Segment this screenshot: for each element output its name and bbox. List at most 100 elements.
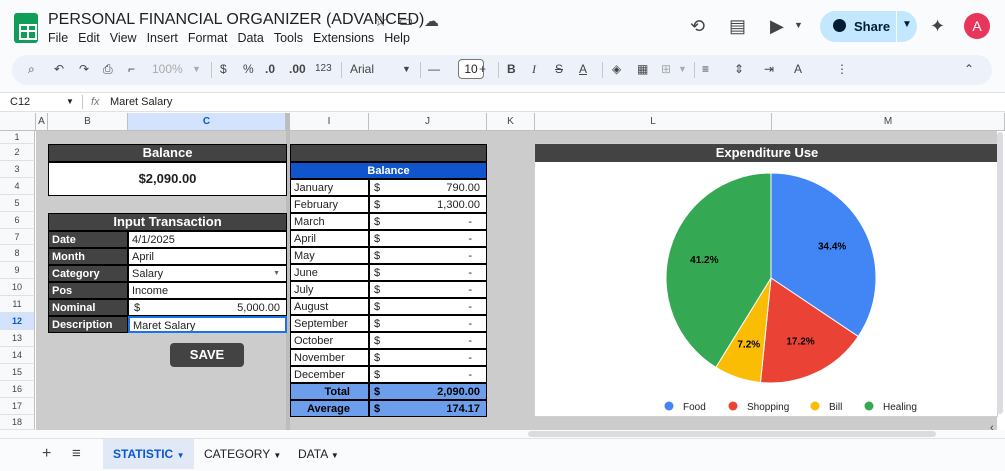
document-title[interactable]: PERSONAL FINANCIAL ORGANIZER (ADVANCED) xyxy=(48,11,424,29)
balance-total-value[interactable]: $2,090.00 xyxy=(48,162,287,196)
field-input-category[interactable]: Salary ▼ xyxy=(128,265,287,282)
field-input-month[interactable]: April xyxy=(128,248,287,265)
scroll-left-icon[interactable]: ‹ xyxy=(990,422,994,434)
sheet-tab-statistic[interactable]: STATISTIC ▼ xyxy=(103,439,195,469)
meet-dropdown-icon[interactable]: ▼ xyxy=(794,20,803,30)
text-wrapping-icon[interactable]: ⇥ xyxy=(764,62,774,76)
col-header-m[interactable]: M xyxy=(772,113,1005,131)
legend-item-shopping[interactable]: Shopping xyxy=(728,401,790,414)
month-value-cell[interactable]: $ - xyxy=(369,230,487,247)
more-formats-button[interactable]: 123 xyxy=(315,63,332,74)
legend-item-bill[interactable]: Bill xyxy=(810,401,843,414)
search-menus-icon[interactable]: ⌕ xyxy=(28,62,35,77)
col-header-l[interactable]: L xyxy=(535,113,772,131)
expenditure-pie-chart[interactable]: Expenditure Use 34.4% 17.2% 7.2% 41.2% Food S… xyxy=(534,143,999,417)
add-sheet-icon[interactable]: + xyxy=(42,445,51,463)
all-sheets-icon[interactable]: ≡ xyxy=(72,445,81,462)
month-label[interactable]: September xyxy=(290,315,369,332)
version-history-icon[interactable]: ⟲ xyxy=(690,16,705,37)
select-all-corner[interactable] xyxy=(0,113,36,131)
col-header-c[interactable]: C xyxy=(128,113,286,131)
formula-input[interactable]: Maret Salary xyxy=(110,96,172,108)
month-value-cell[interactable]: $ - xyxy=(369,247,487,264)
row-header-14[interactable]: 14 xyxy=(0,347,35,364)
month-value-cell[interactable]: $ - xyxy=(369,213,487,230)
comments-icon[interactable]: ▤ xyxy=(729,16,746,37)
font-select[interactable]: Arial xyxy=(350,62,374,76)
menu-help[interactable]: Help xyxy=(384,31,410,45)
star-icon[interactable]: ☆ xyxy=(374,12,387,30)
menu-format[interactable]: Format xyxy=(188,31,228,45)
month-label[interactable]: October xyxy=(290,332,369,349)
menu-tools[interactable]: Tools xyxy=(274,31,303,45)
cloud-status-icon[interactable]: ☁ xyxy=(424,12,439,30)
average-label[interactable]: Average xyxy=(290,400,369,417)
month-label[interactable]: March xyxy=(290,213,369,230)
zoom-dropdown-icon[interactable]: ▼ xyxy=(192,64,201,74)
text-rotation-icon[interactable]: A xyxy=(794,62,802,76)
month-value-cell[interactable]: $ - xyxy=(369,349,487,366)
borders-icon[interactable]: ▦ xyxy=(637,62,648,76)
menu-edit[interactable]: Edit xyxy=(78,31,100,45)
month-label[interactable]: November xyxy=(290,349,369,366)
decrease-font-size-icon[interactable]: — xyxy=(428,62,440,76)
currency-format-button[interactable]: $ xyxy=(220,62,227,76)
save-button[interactable]: SAVE xyxy=(170,343,244,367)
move-folder-icon[interactable]: ▭ xyxy=(399,12,413,30)
month-value-cell[interactable]: $ - xyxy=(369,366,487,383)
zoom-select[interactable]: 100% xyxy=(152,62,183,76)
increase-decimal-button[interactable]: .00 xyxy=(289,62,306,76)
menu-file[interactable]: File xyxy=(48,31,68,45)
share-dropdown-icon[interactable]: ▼ xyxy=(902,19,912,30)
total-label[interactable]: Total xyxy=(290,383,369,400)
name-box-dropdown-icon[interactable]: ▼ xyxy=(66,97,74,106)
legend-item-healing[interactable]: Healing xyxy=(864,401,917,414)
sheet-tab-data[interactable]: DATA ▼ xyxy=(288,439,349,469)
month-label[interactable]: August xyxy=(290,298,369,315)
menu-insert[interactable]: Insert xyxy=(147,31,178,45)
vertical-scrollbar[interactable] xyxy=(997,132,1003,414)
month-value-cell[interactable]: $ - xyxy=(369,298,487,315)
month-value-cell[interactable]: $1,300.00 xyxy=(369,196,487,213)
row-header-12[interactable]: 12 xyxy=(0,313,35,330)
italic-icon[interactable]: I xyxy=(532,62,536,77)
row-header-7[interactable]: 7 xyxy=(0,229,35,245)
percent-format-button[interactable]: % xyxy=(243,62,254,76)
merge-dropdown-icon[interactable]: ▼ xyxy=(678,64,687,74)
horizontal-align-icon[interactable]: ≡ xyxy=(702,62,709,76)
field-input-pos[interactable]: Income xyxy=(128,282,287,299)
paint-format-icon[interactable]: ⌐ xyxy=(128,62,135,76)
more-options-icon[interactable]: ⋮ xyxy=(836,62,848,76)
row-header-17[interactable]: 17 xyxy=(0,398,35,415)
gemini-icon[interactable]: ✦ xyxy=(930,16,945,37)
row-header-10[interactable]: 10 xyxy=(0,279,35,296)
row-header-2[interactable]: 2 xyxy=(0,144,35,161)
row-header-4[interactable]: 4 xyxy=(0,178,35,195)
merge-cells-icon[interactable]: ⊞ xyxy=(661,62,671,76)
row-header-18[interactable]: 18 xyxy=(0,415,35,430)
chevron-down-icon[interactable]: ▼ xyxy=(273,451,281,460)
month-label[interactable]: June xyxy=(290,264,369,281)
col-header-b[interactable]: B xyxy=(48,113,128,131)
fill-color-icon[interactable]: ◈ xyxy=(612,62,621,76)
bold-icon[interactable]: B xyxy=(507,62,516,76)
col-header-k[interactable]: K xyxy=(487,113,535,131)
row-header-9[interactable]: 9 xyxy=(0,262,35,279)
total-value-cell[interactable]: $2,090.00 xyxy=(369,383,487,400)
sheets-logo-icon[interactable] xyxy=(14,13,38,43)
row-header-8[interactable]: 8 xyxy=(0,245,35,262)
row-header-16[interactable]: 16 xyxy=(0,381,35,398)
category-dropdown-icon[interactable]: ▼ xyxy=(273,266,280,281)
field-input-date[interactable]: 4/1/2025 xyxy=(128,231,287,248)
month-label[interactable]: April xyxy=(290,230,369,247)
share-button[interactable]: Share ▼ xyxy=(820,11,917,42)
field-input-nominal[interactable]: $5,000.00 xyxy=(128,299,287,316)
collapse-toolbar-icon[interactable]: ⌃ xyxy=(964,62,974,76)
row-header-1[interactable]: 1 xyxy=(0,131,35,144)
chevron-down-icon[interactable]: ▼ xyxy=(177,451,185,460)
legend-item-food[interactable]: Food xyxy=(664,401,706,414)
font-dropdown-icon[interactable]: ▼ xyxy=(402,64,411,74)
decrease-decimal-button[interactable]: .0 xyxy=(265,62,275,76)
row-header-3[interactable]: 3 xyxy=(0,161,35,178)
strikethrough-icon[interactable]: S xyxy=(555,62,563,76)
